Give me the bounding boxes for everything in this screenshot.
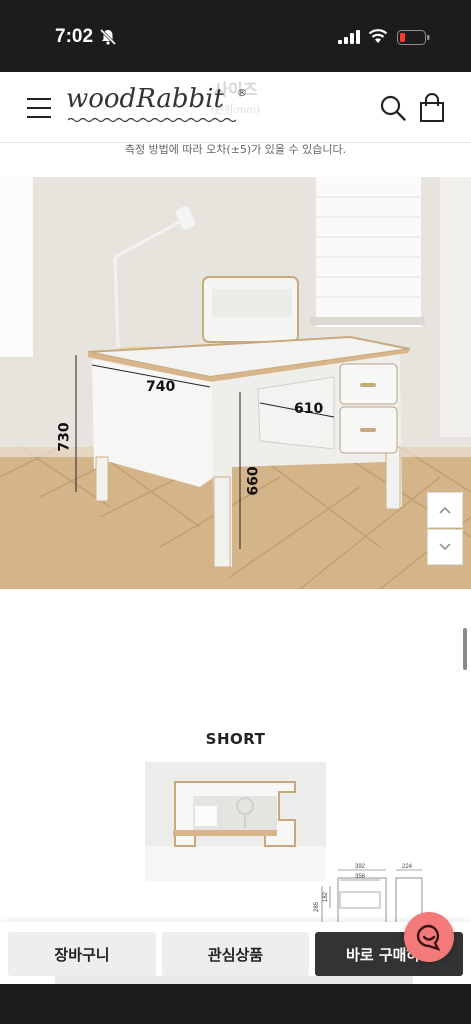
chevron-up-icon (439, 506, 451, 514)
signal-icon (338, 30, 360, 44)
desk-illustration (0, 177, 471, 589)
measurement-note: 측정 방법에 따라 오차(±5)가 있을 수 있습니다. (124, 143, 347, 156)
bell-slash-icon (99, 28, 117, 46)
add-to-cart-button[interactable]: 장바구니 (8, 932, 156, 976)
brand-logo[interactable]: woodRabbit ® (66, 84, 247, 123)
home-indicator-area (0, 984, 471, 1024)
dimension-depth: 610 (294, 401, 324, 417)
dim-inner-height: 182 (323, 891, 329, 902)
wifi-icon (368, 29, 388, 43)
battery-low-icon (397, 30, 430, 45)
chat-icon (416, 924, 441, 952)
short-variant-label: SHORT (205, 730, 266, 748)
dim-top-inner: 356 (355, 874, 366, 880)
scroll-up-button[interactable] (427, 492, 463, 528)
dim-height: 285 (314, 901, 320, 912)
dim-top-total: 392 (355, 864, 366, 870)
scroll-down-button[interactable] (427, 529, 463, 565)
dimension-leg-clearance: 660 (245, 466, 262, 496)
search-icon[interactable] (380, 95, 406, 121)
page-scrollbar[interactable] (463, 628, 467, 670)
short-shelf-photo (145, 762, 326, 882)
logo-wave-underline (68, 117, 236, 123)
registered-mark: ® (237, 88, 247, 99)
shopping-bag-icon[interactable] (419, 93, 445, 123)
dimension-height: 730 (56, 422, 73, 452)
status-time: 7:02 (55, 26, 94, 47)
chat-button[interactable] (404, 912, 454, 962)
background-peek (55, 976, 413, 984)
desk-dimension-photo: 740 730 610 660 (0, 177, 471, 589)
dim-side: 224 (402, 864, 413, 870)
short-dimension-diagram: 392 356 224 285 182 (314, 864, 423, 924)
dimension-width: 740 (146, 379, 176, 395)
chevron-down-icon (439, 543, 451, 551)
brand-name: woodRabbit (66, 84, 224, 114)
menu-icon[interactable] (27, 98, 51, 118)
status-bar: 7:02 (0, 0, 471, 72)
wishlist-button[interactable]: 관심상품 (162, 932, 309, 976)
shelf-illustration (145, 762, 326, 882)
